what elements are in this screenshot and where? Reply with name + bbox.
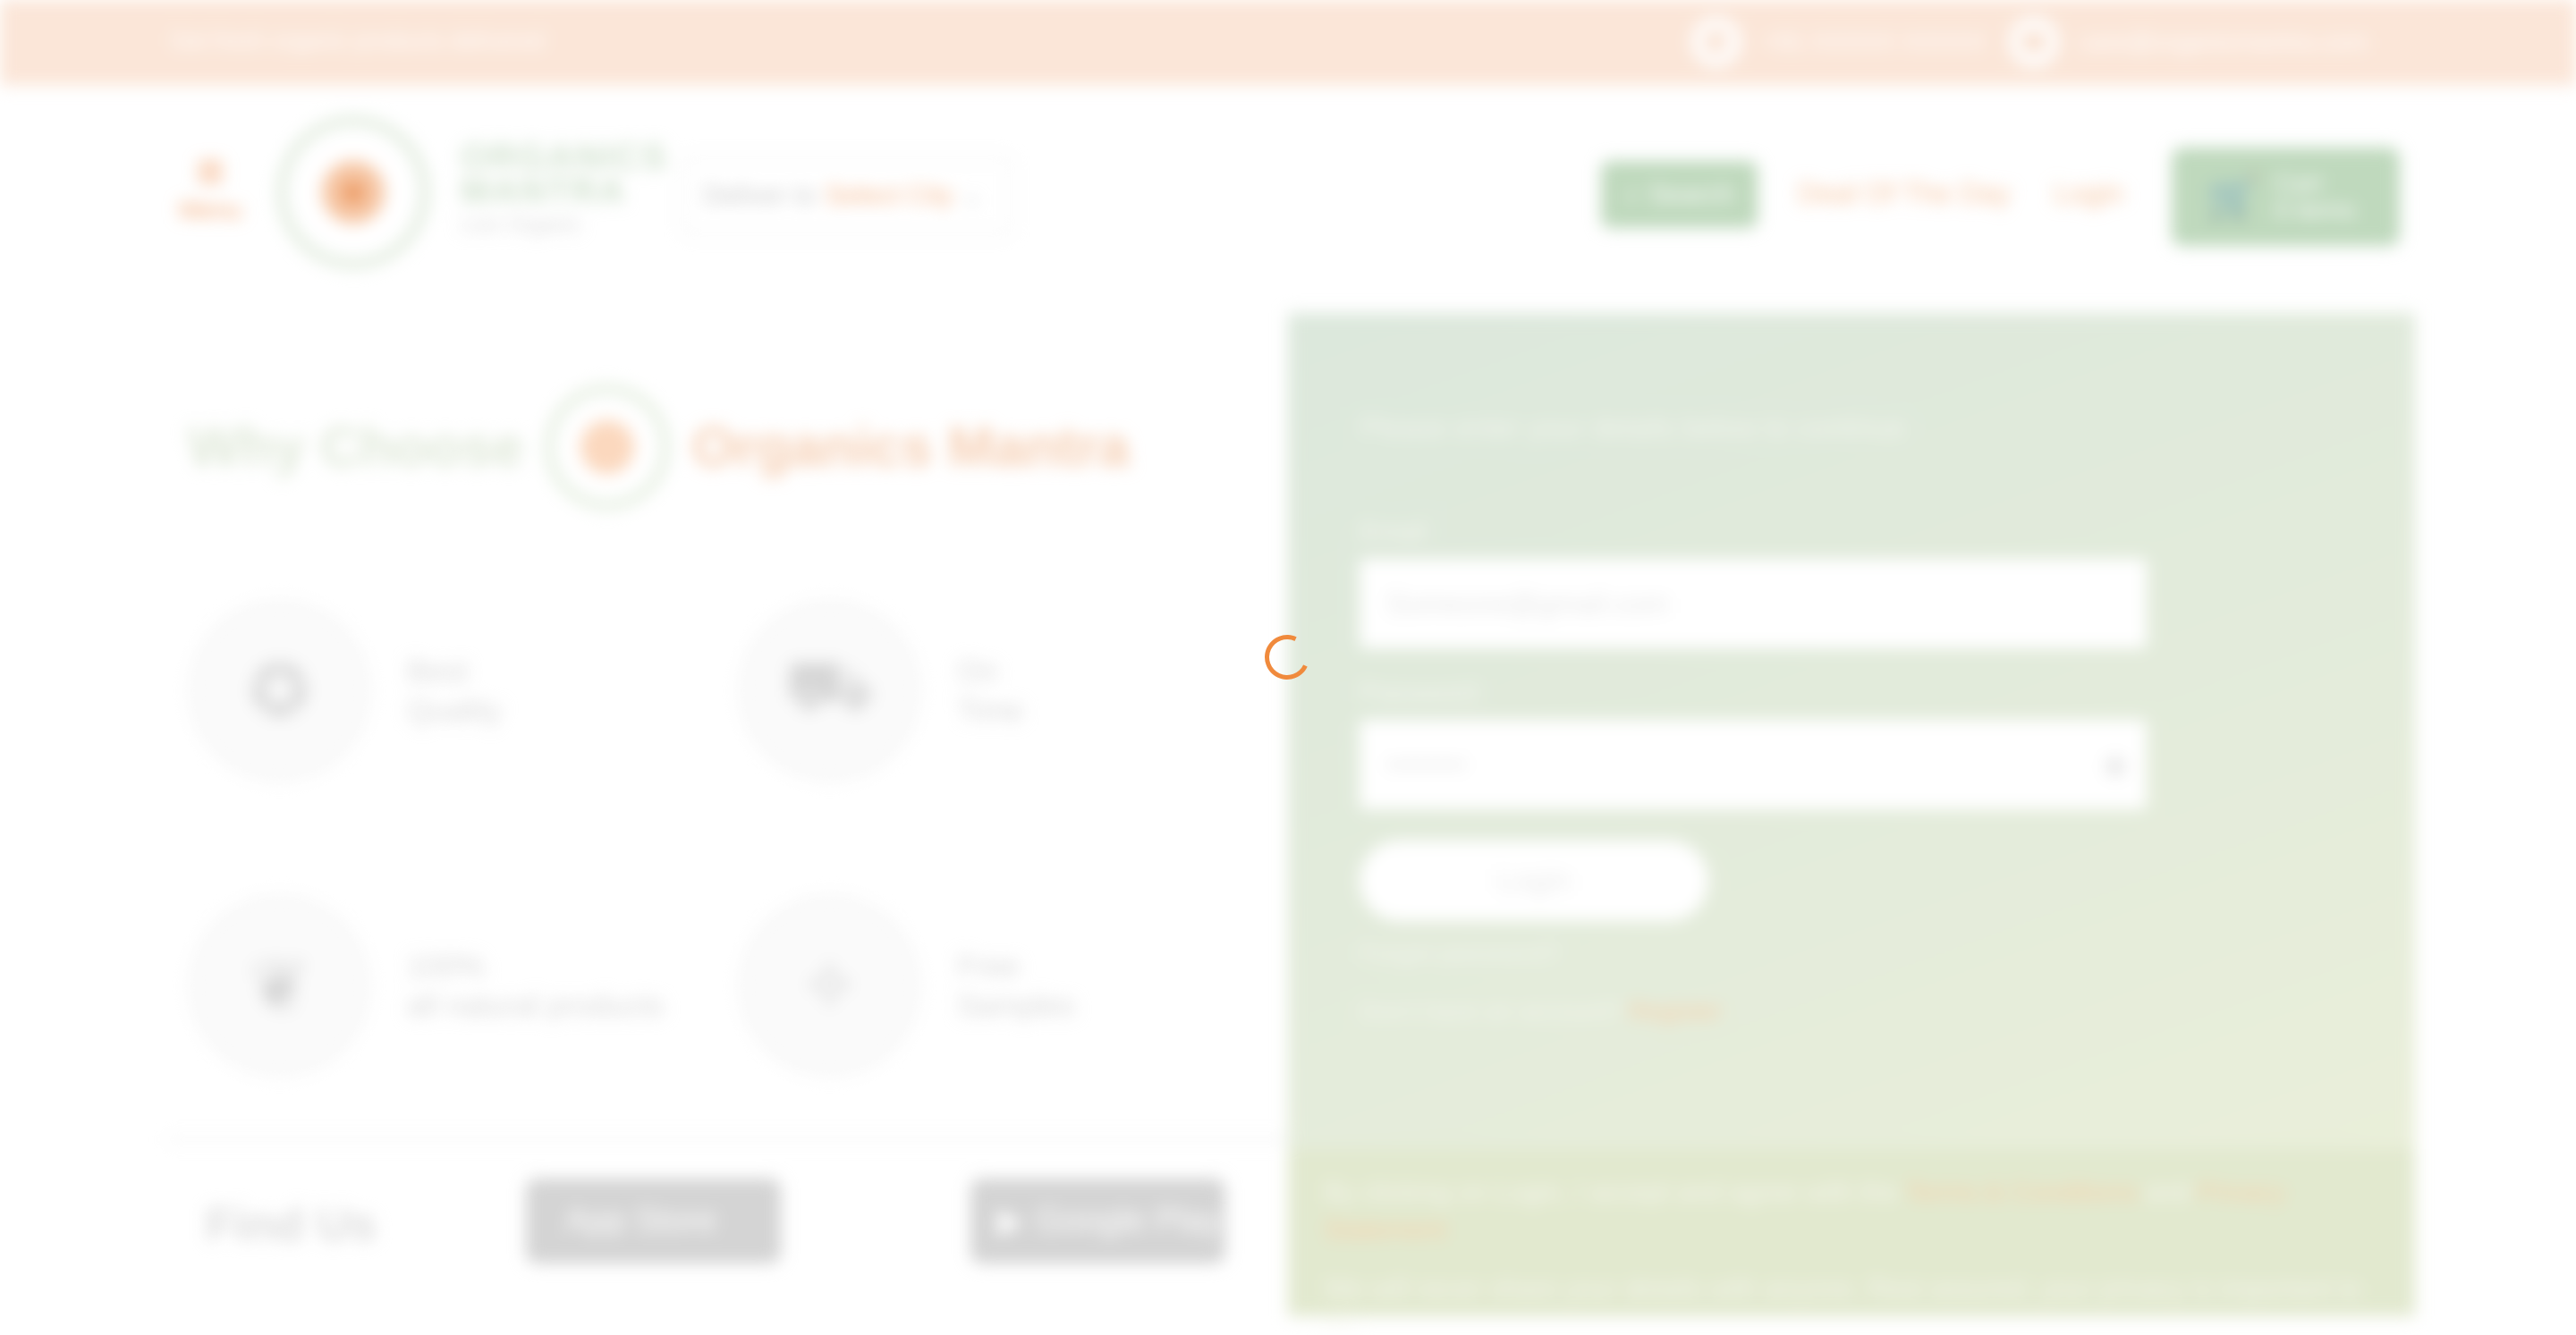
password-placeholder: •••••••• xyxy=(1386,748,1467,781)
password-label: Password xyxy=(1360,678,1478,707)
email-placeholder: Someone@gmail.com xyxy=(1386,587,1669,620)
email-address: care@organicmantra.com xyxy=(2080,28,2368,55)
google-play-label: Google Play xyxy=(1036,1202,1222,1239)
search-label: Search xyxy=(1648,179,1734,209)
feature-line1: 100% xyxy=(407,949,485,984)
play-icon: ▶ xyxy=(997,1203,1024,1240)
feature-item: ✪ Best Quality xyxy=(192,604,502,778)
deal-of-the-day-link[interactable]: Deal Of The Day xyxy=(1798,177,2011,210)
login-intro: Please enter your details below to conti… xyxy=(1360,411,1906,444)
forgot-password-link[interactable]: Forgot password? xyxy=(1360,939,1560,967)
why-title-part1: Why Choose xyxy=(188,416,524,478)
search-button[interactable]: ⌕ Search xyxy=(1601,161,1758,228)
deliver-location: Select City xyxy=(825,181,954,210)
mail-icon: ✉ xyxy=(2008,16,2060,68)
phone-icon: ✆ xyxy=(1690,16,1742,68)
brand-line1: ORGANICS xyxy=(461,138,668,177)
topbar-tagline: Get fresh organic products delivered xyxy=(170,27,546,54)
quality-badge-icon: ✪ xyxy=(192,604,367,778)
login-panel: Please enter your details below to conti… xyxy=(1288,313,2415,1334)
delivery-truck-icon: ⛟ xyxy=(742,604,917,778)
cart-icon: 🛒 xyxy=(2207,173,2259,220)
show-password-icon[interactable]: ◉ xyxy=(2104,749,2127,781)
feature-line2: Quality xyxy=(407,693,502,728)
topbar-email[interactable]: ✉ care@organicmantra.com xyxy=(2008,16,2368,68)
legal-and: and xyxy=(2145,1178,2190,1207)
legal-notice: By clicking on Login, I accept and agree… xyxy=(1288,1149,2415,1334)
signup-text: Don't have an account? xyxy=(1360,997,1623,1025)
brand-tagline: Live Organic xyxy=(461,213,581,237)
feature-line1: Best xyxy=(407,654,469,689)
login-button[interactable]: Login xyxy=(1360,841,1708,921)
register-link[interactable]: Register xyxy=(1629,997,1722,1025)
google-play-badge[interactable]: ▶ Google Play xyxy=(970,1179,1225,1263)
gift-box-icon: ✧ xyxy=(742,899,917,1073)
login-link[interactable]: Login xyxy=(2054,177,2123,210)
password-field[interactable]: •••••••• ◉ xyxy=(1360,720,2147,809)
deliver-label: Deliver to xyxy=(703,181,817,210)
section-divider xyxy=(165,1138,1288,1141)
why-title-part2: Organics Mantra xyxy=(691,416,1130,478)
top-bar: Get fresh organic products delivered ✆ +… xyxy=(0,0,2576,85)
feature-line1: On xyxy=(957,654,998,689)
feature-item: ❦ 100% all natural products xyxy=(192,899,664,1073)
cart-label: Cart xyxy=(2275,169,2323,197)
logo[interactable]: ❀ xyxy=(277,116,429,268)
phone-number: +91 XXXXX XXXXX xyxy=(1762,28,1986,55)
topbar-phone[interactable]: ✆ +91 XXXXX XXXXX xyxy=(1690,16,1986,68)
logo-mark-icon xyxy=(545,384,671,510)
brand-name: ORGANICS MANTRA Live Organic xyxy=(461,138,668,242)
search-icon: ⌕ xyxy=(1624,179,1640,209)
site-header: ≡ Menu ❀ ORGANICS MANTRA Live Organic De… xyxy=(0,85,2576,304)
deliver-location-select[interactable]: Deliver to Select City ⌄ xyxy=(682,156,1013,235)
leaf-icon: ❀ xyxy=(322,161,385,224)
brand-line2: MANTRA xyxy=(461,172,627,211)
privacy-notice: We will never share your details with an… xyxy=(1324,1274,2361,1334)
cart-count: 0 items xyxy=(2275,196,2356,224)
app-store-badge[interactable]: App Store xyxy=(526,1179,781,1263)
hamburger-icon: ≡ xyxy=(196,145,225,199)
menu-button[interactable]: ≡ Menu xyxy=(174,148,246,224)
terms-link[interactable]: Terms & Conditions xyxy=(1905,1178,2138,1207)
feature-line2: Time xyxy=(957,693,1024,728)
cart-button[interactable]: 🛒 Cart 0 items xyxy=(2172,148,2400,246)
email-field[interactable]: Someone@gmail.com xyxy=(1360,559,2147,648)
feature-item: ⛟ On Time xyxy=(742,604,1023,778)
feature-line2: all natural products xyxy=(407,988,665,1023)
why-choose-heading: Why Choose Organics Mantra xyxy=(188,384,1130,510)
legal-text: By clicking on Login, I accept and agree… xyxy=(1324,1178,1899,1207)
natural-basket-icon: ❦ xyxy=(192,899,367,1073)
email-label: Email xyxy=(1360,517,1428,546)
signup-prompt: Don't have an account? Register xyxy=(1360,997,1722,1026)
feature-item: ✧ Free Samples xyxy=(742,899,1075,1073)
find-us-title: Find Us xyxy=(206,1199,377,1251)
menu-label: Menu xyxy=(178,196,242,224)
app-store-label: App Store xyxy=(565,1202,716,1239)
feature-line2: Samples xyxy=(957,988,1076,1023)
feature-line1: Free xyxy=(957,949,1020,984)
chevron-down-icon: ⌄ xyxy=(962,182,982,209)
